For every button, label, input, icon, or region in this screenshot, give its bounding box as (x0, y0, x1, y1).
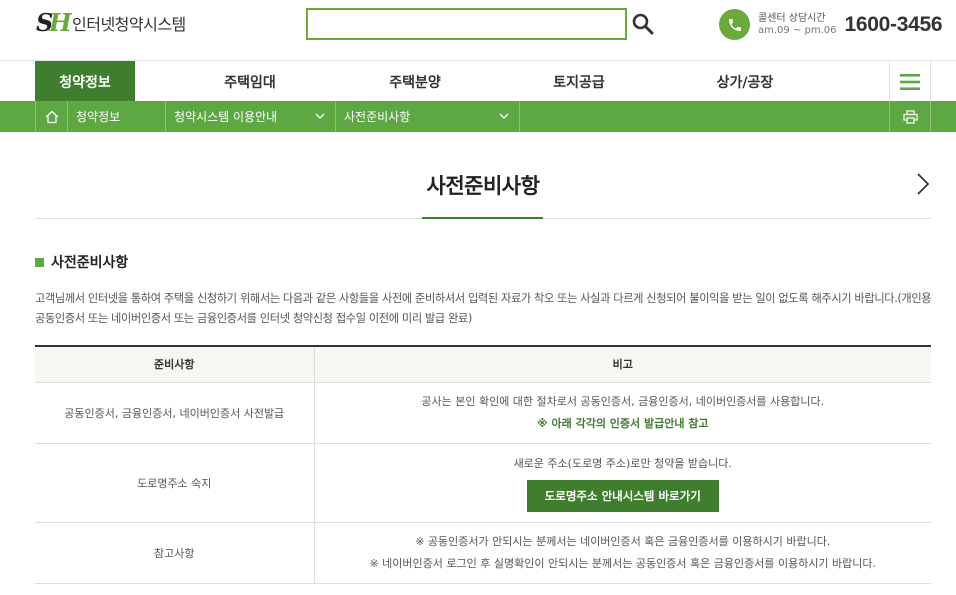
page-title: 사전준비사항 (426, 174, 540, 198)
chevron-down-icon (315, 113, 325, 119)
title-accent-bar (422, 217, 543, 219)
column-header-item: 준비사항 (35, 345, 315, 383)
site-logo[interactable]: S H 인터넷청약시스템 (36, 8, 186, 37)
search-icon (632, 13, 654, 35)
table-row: 참고사항 ※ 공동인증서가 안되시는 분께서는 네이버인증서 혹은 금융인증서를… (35, 522, 931, 584)
breadcrumb-level1[interactable]: 청약정보 (67, 101, 165, 132)
row-note-reference: ※ 공동인증서가 안되시는 분께서는 네이버인증서 혹은 금융인증서를 이용하시… (314, 522, 931, 584)
phone-icon (719, 9, 750, 40)
call-number: 1600-3456 (844, 12, 943, 36)
row-note-address: 새로운 주소(도로명 주소)로만 청약을 받습니다. 도로명주소 안내시스템 바… (314, 443, 931, 523)
row-item-address: 도로명주소 숙지 (35, 443, 315, 523)
nav-item-commercial-factory[interactable]: 상가/공장 (680, 61, 810, 102)
section-heading: 사전준비사항 (35, 252, 128, 272)
search-box (306, 8, 627, 40)
sh-logo-mark: S H (36, 8, 72, 37)
nav-item-housing-rental[interactable]: 주택임대 (185, 61, 315, 102)
home-icon (45, 110, 58, 123)
intro-text: 고객님께서 인터넷을 통하여 주택을 신청하기 위해서는 다음과 같은 사항들을… (35, 292, 932, 325)
nav-item-subscription-info[interactable]: 청약정보 (35, 61, 135, 102)
road-address-system-button[interactable]: 도로명주소 안내시스템 바로가기 (526, 480, 719, 512)
main-nav: 청약정보 주택임대 주택분양 토지공급 상가/공장 (0, 60, 956, 102)
breadcrumb-level3-dropdown[interactable]: 사전준비사항 (335, 101, 519, 132)
table-header-row: 준비사항 비고 (35, 345, 931, 383)
next-page-button[interactable] (916, 173, 930, 199)
bullet-square-icon (35, 257, 44, 267)
menu-button[interactable] (889, 61, 931, 102)
call-hours: am.09 ~ pm.06 (758, 24, 837, 36)
print-button[interactable] (889, 101, 931, 132)
breadcrumb-bar: 청약정보 청약시스템 이용안내 사전준비사항 (0, 101, 956, 132)
table-row: 도로명주소 숙지 새로운 주소(도로명 주소)로만 청약을 받습니다. 도로명주… (35, 443, 931, 523)
cert-guide-note: ※ 아래 각각의 인증서 발급안내 참고 (536, 416, 709, 430)
nav-item-housing-sale[interactable]: 주택분양 (350, 61, 480, 102)
nav-item-land-supply[interactable]: 토지공급 (514, 61, 644, 102)
search-button[interactable] (631, 12, 655, 36)
column-header-note: 비고 (314, 345, 931, 383)
row-item-cert: 공동인증서, 금융인증서, 네이버인증서 사전발급 (35, 382, 315, 444)
row-note-cert: 공사는 본인 확인에 대한 절차로서 공동인증서, 금융인증서, 네이버인증서를… (314, 382, 931, 444)
breadcrumb-level2-dropdown[interactable]: 청약시스템 이용안내 (165, 101, 335, 132)
row-item-reference: 참고사항 (35, 522, 315, 584)
breadcrumb-spacer (519, 101, 889, 132)
call-center: 콜센터 상담시간 am.09 ~ pm.06 1600-3456 (719, 9, 943, 40)
chevron-down-icon (499, 113, 509, 119)
chevron-right-icon (917, 173, 930, 195)
logo-text: 인터넷청약시스템 (72, 15, 186, 34)
call-label: 콜센터 상담시간 (758, 12, 826, 24)
site-header: S H 인터넷청약시스템 콜센터 상담시간 am.09 ~ pm.06 1600… (0, 0, 956, 60)
search-input[interactable] (308, 10, 625, 38)
hamburger-icon (900, 73, 920, 90)
home-button[interactable] (35, 101, 67, 132)
print-icon (902, 109, 918, 124)
preparation-table: 준비사항 비고 공동인증서, 금융인증서, 네이버인증서 사전발급 공사는 본인… (35, 345, 931, 584)
call-info: 콜센터 상담시간 am.09 ~ pm.06 (758, 13, 837, 37)
table-row: 공동인증서, 금융인증서, 네이버인증서 사전발급 공사는 본인 확인에 대한 … (35, 382, 931, 444)
